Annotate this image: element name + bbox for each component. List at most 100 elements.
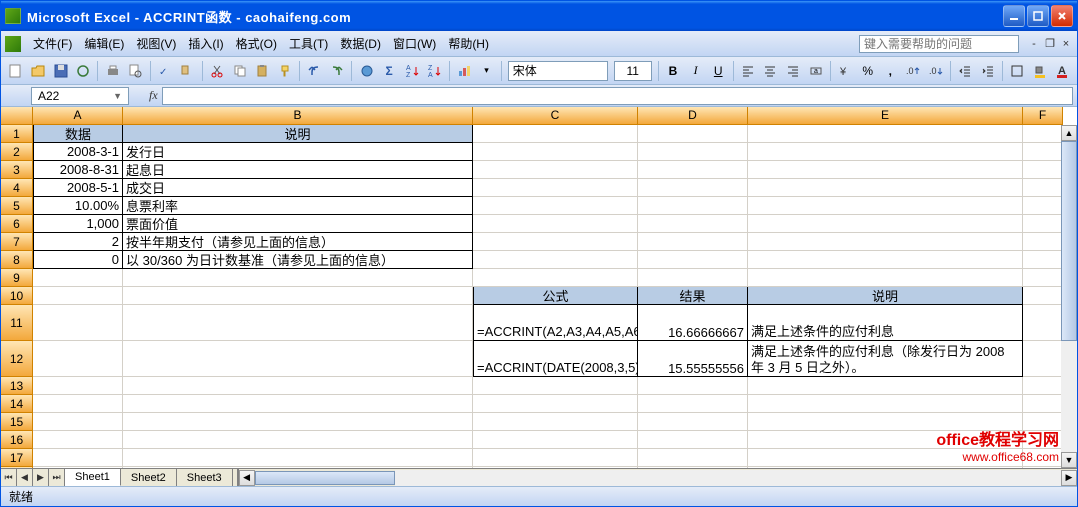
cell[interactable] xyxy=(123,287,473,305)
row-header[interactable]: 9 xyxy=(1,269,33,287)
cell[interactable] xyxy=(638,395,748,413)
cell[interactable] xyxy=(1023,287,1063,305)
cell[interactable]: 说明 xyxy=(748,287,1023,305)
cell[interactable]: 2008-8-31 xyxy=(33,161,123,179)
cell[interactable]: 2008-5-1 xyxy=(33,179,123,197)
cell[interactable] xyxy=(473,413,638,431)
cell[interactable]: =ACCRINT(DATE(2008,3,5),A3,A4,A5,A6,A7,A… xyxy=(473,341,638,377)
borders-button[interactable] xyxy=(1007,60,1028,82)
cell[interactable] xyxy=(1023,395,1063,413)
cell[interactable] xyxy=(748,377,1023,395)
cell[interactable] xyxy=(1023,341,1063,377)
cell[interactable] xyxy=(638,413,748,431)
cell[interactable]: 0 xyxy=(33,251,123,269)
cell[interactable] xyxy=(748,233,1023,251)
cell[interactable] xyxy=(33,413,123,431)
col-header-f[interactable]: F xyxy=(1023,107,1063,125)
hyperlink-button[interactable] xyxy=(356,60,377,82)
cell[interactable]: 满足上述条件的应付利息 xyxy=(748,305,1023,341)
cell[interactable]: 结果 xyxy=(638,287,748,305)
cell[interactable]: 2 xyxy=(33,233,123,251)
italic-button[interactable]: I xyxy=(685,60,706,82)
row-header[interactable]: 11 xyxy=(1,305,33,341)
cell[interactable] xyxy=(473,467,638,468)
cell[interactable] xyxy=(473,395,638,413)
underline-button[interactable]: U xyxy=(708,60,729,82)
cell[interactable] xyxy=(1023,143,1063,161)
cell[interactable] xyxy=(123,395,473,413)
cell[interactable] xyxy=(638,161,748,179)
tab-nav-last-button[interactable]: ⏭ xyxy=(49,469,65,486)
cell[interactable] xyxy=(748,413,1023,431)
cell[interactable]: 成交日 xyxy=(123,179,473,197)
cell[interactable] xyxy=(638,467,748,468)
cell[interactable] xyxy=(638,269,748,287)
chart-wizard-button[interactable] xyxy=(454,60,475,82)
new-button[interactable] xyxy=(5,60,26,82)
paste-button[interactable] xyxy=(252,60,273,82)
row-header[interactable]: 13 xyxy=(1,377,33,395)
menu-window[interactable]: 窗口(W) xyxy=(387,32,442,55)
print-preview-button[interactable] xyxy=(125,60,146,82)
cell[interactable] xyxy=(638,125,748,143)
align-left-button[interactable] xyxy=(737,60,758,82)
minimize-button[interactable] xyxy=(1003,5,1025,27)
cell[interactable] xyxy=(473,197,638,215)
cell[interactable] xyxy=(33,467,123,468)
cell[interactable]: 起息日 xyxy=(123,161,473,179)
cell[interactable] xyxy=(638,233,748,251)
save-button[interactable] xyxy=(50,60,71,82)
cell[interactable] xyxy=(638,197,748,215)
cell[interactable] xyxy=(1023,215,1063,233)
cell[interactable] xyxy=(748,467,1023,468)
cell[interactable] xyxy=(748,395,1023,413)
row-header[interactable]: 15 xyxy=(1,413,33,431)
cell[interactable] xyxy=(473,161,638,179)
maximize-button[interactable] xyxy=(1027,5,1049,27)
sheet-tab-3[interactable]: Sheet3 xyxy=(177,469,233,486)
cell[interactable] xyxy=(748,143,1023,161)
decrease-indent-button[interactable] xyxy=(955,60,976,82)
align-right-button[interactable] xyxy=(783,60,804,82)
cell[interactable] xyxy=(638,143,748,161)
row-header[interactable]: 3 xyxy=(1,161,33,179)
cell[interactable] xyxy=(123,377,473,395)
tab-nav-next-button[interactable]: ▶ xyxy=(33,469,49,486)
cell[interactable] xyxy=(1023,251,1063,269)
cell[interactable]: 以 30/360 为日计数基准（请参见上面的信息） xyxy=(123,251,473,269)
format-painter-button[interactable] xyxy=(275,60,296,82)
cell[interactable] xyxy=(33,287,123,305)
cell[interactable]: 10.00% xyxy=(33,197,123,215)
cell[interactable] xyxy=(1023,467,1063,468)
close-button[interactable] xyxy=(1051,5,1073,27)
font-size-selector[interactable] xyxy=(614,61,652,81)
cell[interactable] xyxy=(1023,197,1063,215)
increase-decimal-button[interactable]: .0 xyxy=(903,60,924,82)
vscroll-track[interactable] xyxy=(1061,341,1077,452)
increase-indent-button[interactable] xyxy=(977,60,998,82)
row-header[interactable]: 14 xyxy=(1,395,33,413)
cell[interactable] xyxy=(123,467,473,468)
font-selector[interactable] xyxy=(508,61,608,81)
cell[interactable] xyxy=(1023,269,1063,287)
row-header[interactable]: 18 xyxy=(1,467,33,468)
col-header-a[interactable]: A xyxy=(33,107,123,125)
font-color-button[interactable]: A xyxy=(1052,60,1073,82)
cell[interactable] xyxy=(1023,449,1063,467)
copy-button[interactable] xyxy=(229,60,250,82)
cell[interactable]: 16.66666667 xyxy=(638,305,748,341)
sheet-tab-1[interactable]: Sheet1 xyxy=(65,469,121,486)
cell[interactable]: 数据 xyxy=(33,125,123,143)
sort-asc-button[interactable]: AZ xyxy=(401,60,422,82)
scroll-up-button[interactable]: ▲ xyxy=(1061,125,1077,141)
cell[interactable] xyxy=(473,125,638,143)
hscroll-thumb[interactable] xyxy=(255,471,395,485)
print-button[interactable] xyxy=(102,60,123,82)
cell[interactable] xyxy=(123,341,473,377)
cell[interactable] xyxy=(748,161,1023,179)
cell[interactable] xyxy=(473,215,638,233)
cell[interactable] xyxy=(748,449,1023,467)
row-header[interactable]: 7 xyxy=(1,233,33,251)
cell[interactable] xyxy=(748,251,1023,269)
cell[interactable] xyxy=(473,179,638,197)
